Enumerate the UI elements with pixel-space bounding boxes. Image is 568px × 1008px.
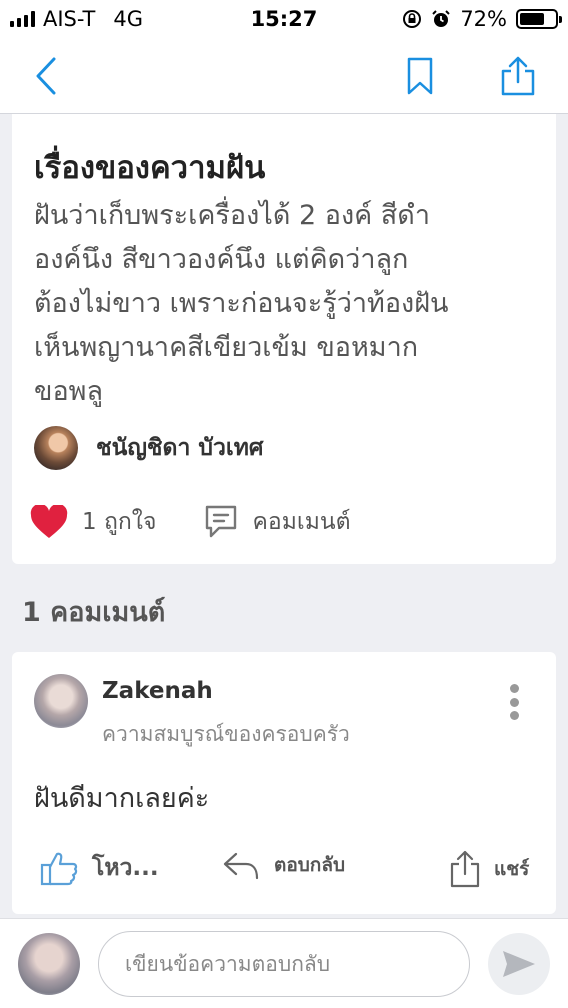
- author-avatar[interactable]: [34, 426, 78, 470]
- vote-button[interactable]: โหว...: [40, 850, 159, 886]
- nav-bar: [0, 38, 568, 114]
- vote-label: โหว...: [92, 855, 159, 881]
- back-button[interactable]: [22, 52, 70, 100]
- comments-count-heading: 1 คอมเมนต์: [22, 597, 166, 628]
- author-name[interactable]: ชนัญชิดา บัวเทศ: [96, 430, 264, 466]
- battery-percent: 72%: [460, 7, 507, 31]
- comment-icon: [205, 505, 236, 538]
- like-count: 1 ถูกใจ: [82, 509, 157, 535]
- commenter-avatar[interactable]: [34, 674, 88, 728]
- reply-bar: [0, 918, 568, 1008]
- chevron-left-icon: [36, 57, 56, 95]
- share-icon: [501, 56, 535, 96]
- status-bar: AIS-T 4G 15:27 72%: [0, 0, 568, 38]
- heart-icon: [30, 505, 68, 538]
- bookmark-icon: [407, 57, 433, 95]
- reply-button[interactable]: ตอบกลับ: [222, 850, 345, 880]
- thumbs-up-icon: [40, 852, 78, 886]
- bookmark-button[interactable]: [396, 52, 444, 100]
- battery-icon: [516, 9, 562, 29]
- share-comment-button[interactable]: แชร์: [450, 850, 529, 888]
- post-body: ฝันว่าเก็บพระเครื่องได้ 2 องค์ สีดำ องค์…: [34, 200, 449, 407]
- like-button[interactable]: 1 ถูกใจ: [30, 504, 157, 540]
- post-title: เรื่องของความฝัน: [34, 150, 266, 186]
- comment-label: คอมเมนต์: [252, 509, 351, 535]
- post-actions: 1 ถูกใจ คอมเมนต์: [30, 504, 351, 540]
- reply-label: ตอบกลับ: [274, 854, 346, 876]
- rotation-lock-icon: [403, 10, 422, 28]
- share-label: แชร์: [494, 858, 530, 880]
- post-card: เรื่องของความฝัน ฝันว่าเก็บพระเครื่องได้…: [12, 114, 556, 564]
- comment-text: ฝันดีมากเลยค่ะ: [34, 783, 210, 814]
- comment-button[interactable]: คอมเมนต์: [203, 504, 351, 540]
- send-icon: [503, 951, 535, 977]
- comment-actions: โหว... ตอบกลับ แชร์: [40, 850, 530, 894]
- share-icon: [450, 850, 480, 888]
- more-options-icon[interactable]: [508, 684, 520, 720]
- reply-icon: [223, 852, 259, 880]
- post-author[interactable]: ชนัญชิดา บัวเทศ: [34, 426, 264, 470]
- send-button[interactable]: [488, 933, 550, 995]
- commenter-name[interactable]: Zakenah: [102, 678, 213, 704]
- alarm-icon: [432, 10, 451, 27]
- commenter-group[interactable]: ความสมบูรณ์ของครอบครัว: [102, 718, 350, 751]
- current-user-avatar: [18, 933, 80, 995]
- share-button[interactable]: [494, 52, 542, 100]
- reply-input[interactable]: [98, 931, 470, 997]
- comment-card: Zakenah ความสมบูรณ์ของครอบครัว ฝันดีมากเ…: [12, 652, 556, 914]
